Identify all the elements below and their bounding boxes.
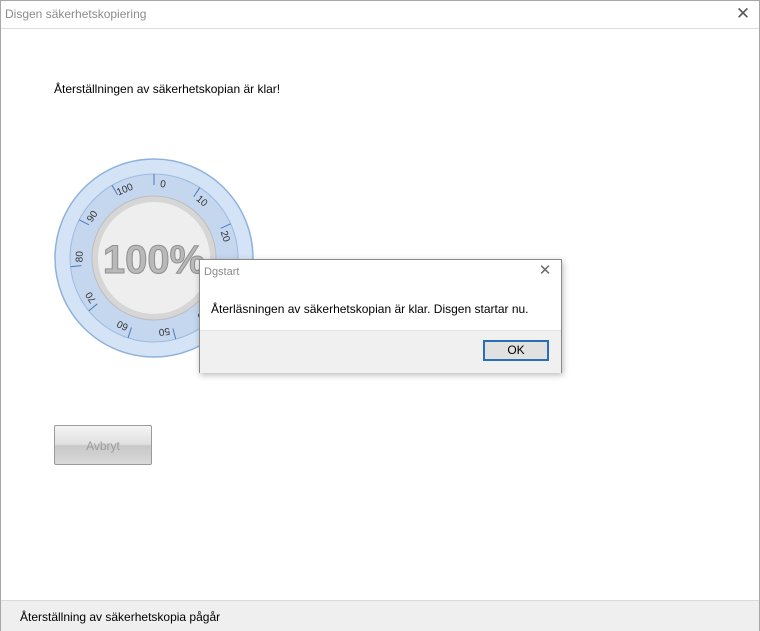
ok-button[interactable]: OK bbox=[483, 340, 549, 361]
dialog-close-icon[interactable]: ✕ bbox=[537, 263, 553, 279]
cancel-button[interactable]: Avbryt bbox=[54, 425, 152, 465]
dialog-message: Återläsningen av säkerhetskopian är klar… bbox=[211, 302, 529, 316]
completion-message: Återställningen av säkerhetskopian är kl… bbox=[54, 82, 281, 96]
close-icon[interactable]: ✕ bbox=[733, 5, 753, 23]
window-title: Disgen säkerhetskopiering bbox=[5, 7, 147, 21]
dial-percent-label: 100% bbox=[103, 238, 205, 282]
status-text: Återställning av säkerhetskopia pågår bbox=[20, 610, 221, 624]
dial-tick-label: 50 bbox=[158, 325, 171, 338]
message-dialog: Dgstart ✕ Återläsningen av säkerhetskopi… bbox=[199, 259, 562, 373]
dialog-footer: OK bbox=[200, 330, 561, 373]
dialog-title: Dgstart bbox=[204, 266, 240, 278]
dial-tick-label: 80 bbox=[75, 251, 86, 263]
title-bar: Disgen säkerhetskopiering ✕ bbox=[1, 1, 759, 29]
status-bar: Återställning av säkerhetskopia pågår bbox=[1, 600, 759, 631]
